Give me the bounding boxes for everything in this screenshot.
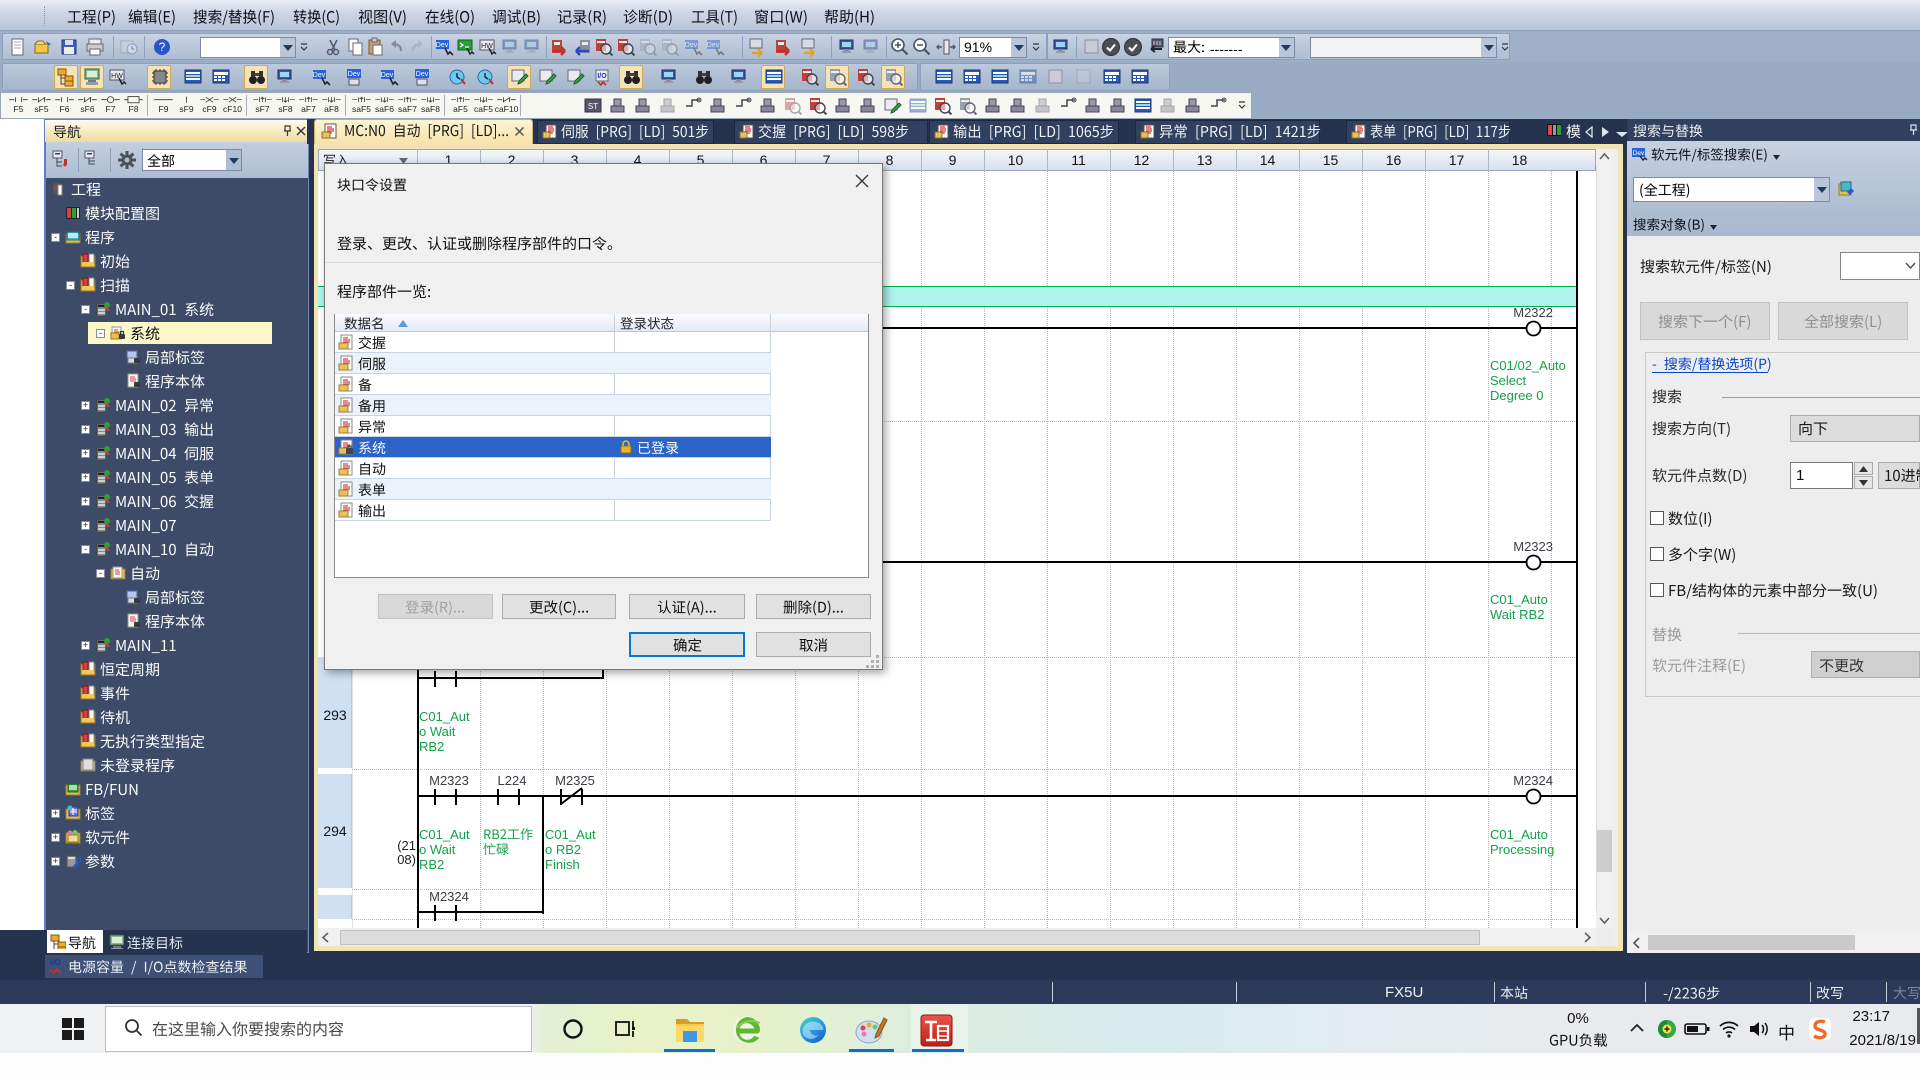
svg-text:I/O: I/O	[597, 73, 607, 80]
svg-text:Dev: Dev	[348, 71, 361, 78]
svg-text:Dev: Dev	[685, 42, 698, 49]
svg-text:?: ?	[159, 40, 166, 54]
svg-text:HW: HW	[481, 43, 493, 50]
svg-text:I/O: I/O	[50, 958, 61, 967]
svg-text:Dev: Dev	[436, 42, 449, 49]
svg-text:Dev: Dev	[1633, 150, 1645, 157]
svg-text:Dev: Dev	[707, 42, 720, 49]
svg-text:Dev: Dev	[313, 72, 326, 79]
svg-text:ST: ST	[588, 102, 598, 111]
svg-text:HW: HW	[111, 73, 123, 80]
svg-text:Dev: Dev	[381, 72, 394, 79]
svg-text:Dev: Dev	[416, 71, 429, 78]
